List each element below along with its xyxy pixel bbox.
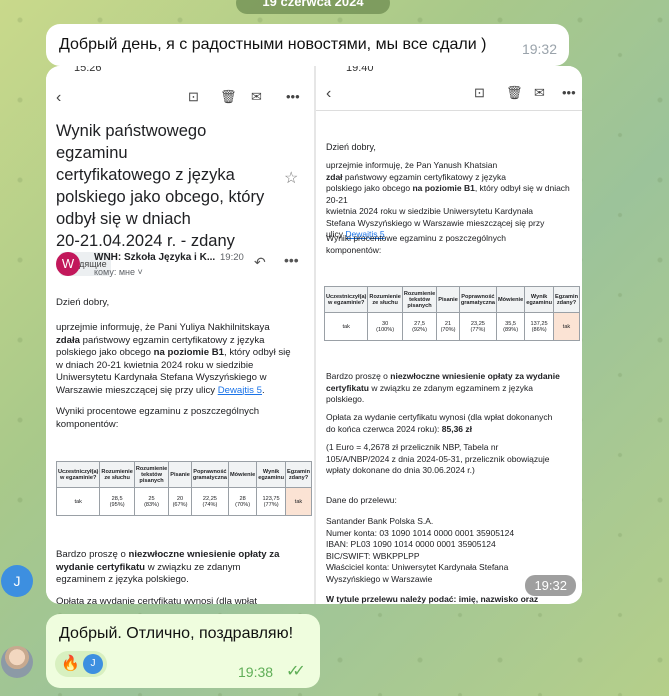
fire-reaction-icon: 🔥 (61, 655, 80, 672)
email-paragraph-1: uprzejmie informuję, że Pani Yuliya Nakh… (56, 322, 291, 396)
outgoing-message[interactable]: Добрый. Отлично, поздравляю! 🔥 J 19:38 ✓… (46, 614, 320, 688)
mail-icon: ✉ (251, 89, 262, 104)
results-table: Uczestniczył(a) w egzaminie? Rozumienie z… (323, 286, 581, 341)
recipient-line: кому: мне ˅ (94, 267, 143, 277)
sender-row: W WNH: Szkoła Języka i K... 19:20 кому: … (56, 248, 308, 282)
more-icon: ••• (286, 89, 300, 104)
photo-album-message[interactable]: 15:26 ‹ ⊡ 🗑 ✉ ••• Wynik państwowego egza… (46, 66, 582, 604)
email-greeting: Dzień dobry, (56, 297, 110, 308)
read-checkmarks-icon: ✓✓ (286, 663, 306, 680)
message-time: 19:32 (521, 41, 557, 57)
reply-icon: ↶ (254, 254, 266, 270)
email-greeting: Dzień dobry, (326, 142, 376, 152)
photos-time: 19:32 (525, 575, 576, 596)
more-icon: ••• (284, 252, 299, 268)
email-paragraph-5: (1 Euro = 4,2678 zł przelicznik NBP, Tab… (326, 442, 550, 475)
results-table: Uczestniczył(a) w egzaminie? Rozumienie z… (55, 461, 313, 516)
back-arrow-icon: ‹ (326, 85, 332, 102)
status-bar-time: 15:26 (74, 66, 102, 74)
incoming-message[interactable]: Добрый день, я с радостными новостями, м… (46, 24, 569, 66)
email-paragraph-4: Opłata za wydanie certyfikatu wynosi (dl… (326, 412, 553, 434)
toolbar-divider (316, 110, 582, 111)
email-paragraph-1: uprzejmie informuję, że Pan Yanush Khats… (326, 160, 570, 239)
sender-name: WNH: Szkoła Języka i K... (94, 252, 216, 263)
email-toolbar: ‹ ⊡ 🗑 ✉ ••• (56, 86, 306, 112)
more-icon: ••• (562, 85, 576, 100)
reaction-badge[interactable]: 🔥 J (55, 651, 107, 677)
email-screenshot-right[interactable]: 19:40 ‹ ⊡ 🗑 ✉ ••• Dzień dobry, uprzejmie… (316, 66, 582, 604)
message-time: 19:38 (238, 664, 274, 680)
reactor-avatar: J (83, 654, 103, 674)
email-paragraph-6: Dane do przelewu: (326, 495, 397, 505)
message-text: Добрый. Отлично, поздравляю! (59, 625, 294, 642)
status-bar-time: 19:40 (346, 66, 374, 74)
email-paragraph-2: Wyniki procentowe egzaminu z poszczególn… (326, 233, 506, 255)
email-toolbar: ‹ ⊡ 🗑 ✉ ••• (326, 82, 576, 108)
back-arrow-icon: ‹ (56, 89, 62, 106)
message-text: Добрый день, я с радостными новостями, м… (59, 36, 487, 53)
email-paragraph-3: Bardzo proszę o niezwłoczne wniesienie o… (326, 371, 560, 404)
email-paragraph-3: Bardzo proszę o niezwłoczne wniesienie o… (56, 549, 280, 585)
trash-icon: 🗑 (506, 85, 523, 100)
date-separator: 19 czerwca 2024 (236, 0, 390, 14)
email-paragraph-2: Wyniki procentowe egzaminu z poszczególn… (56, 406, 260, 430)
sender-time: 19:20 (220, 252, 244, 263)
archive-icon: ⊡ (474, 85, 485, 100)
sender-avatar: W (56, 252, 80, 276)
mark-unread-icon: ✉ (534, 85, 545, 100)
email-screenshot-left[interactable]: 15:26 ‹ ⊡ 🗑 ✉ ••• Wynik państwowego egza… (46, 66, 314, 604)
sender-avatar[interactable]: J (1, 565, 33, 597)
star-icon: ☆ (284, 170, 299, 187)
trash-icon: 🗑 (220, 89, 237, 104)
email-paragraph-4: Opłata za wydanie certyfikatu wynosi (dl… (56, 596, 258, 604)
user-avatar[interactable] (1, 646, 33, 678)
archive-icon: ⊡ (188, 89, 199, 104)
